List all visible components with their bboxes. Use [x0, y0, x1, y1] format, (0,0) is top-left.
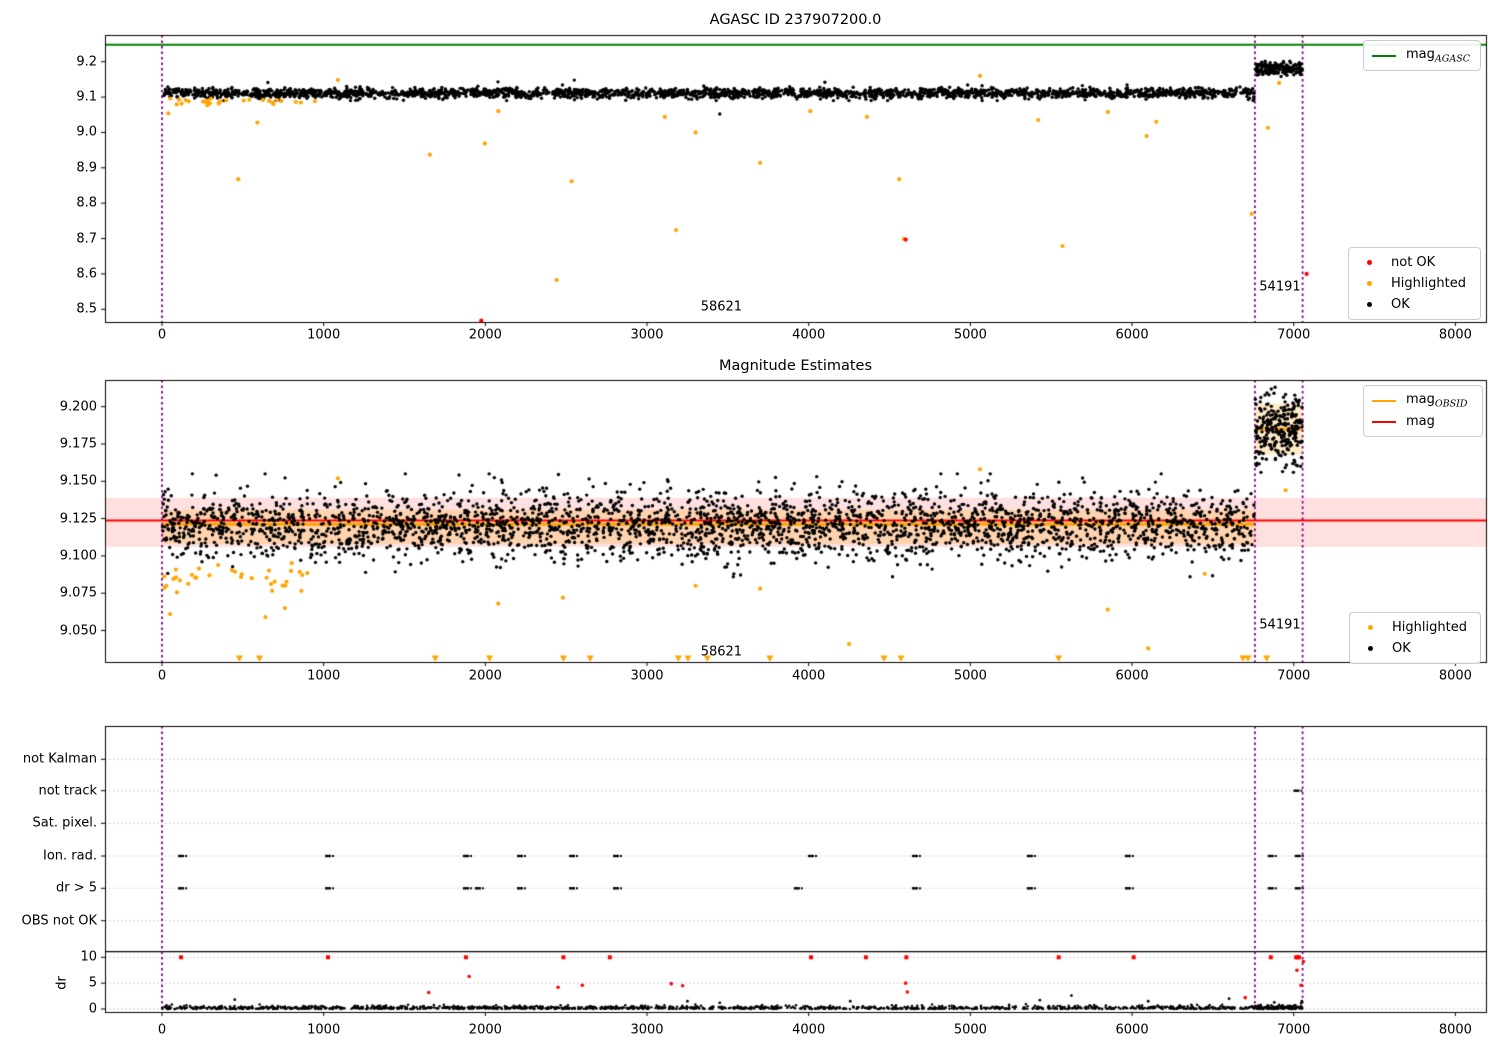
- top-plot-title: AGASC ID 237907200.0: [709, 12, 882, 28]
- legend-row-mag: mag: [1372, 411, 1472, 432]
- obsid-annotation: 54191: [1259, 617, 1301, 633]
- legend-label-ok: OK: [1391, 297, 1410, 312]
- x-tick-label: 6000: [1115, 668, 1149, 684]
- black-dot-sample-icon: [1358, 641, 1382, 656]
- y-tick-label: 9.0: [76, 124, 97, 140]
- legend-row-not-ok: not OK: [1357, 252, 1470, 273]
- x-tick-label: 5000: [953, 668, 987, 684]
- x-tick-label: 4000: [792, 1022, 826, 1038]
- x-tick-label: 1000: [307, 668, 341, 684]
- x-tick-label: 8000: [1438, 1022, 1472, 1038]
- y-tick-label: 9.150: [59, 473, 97, 489]
- flag-row-label: dr > 5: [55, 880, 97, 896]
- middle-plot-title: Magnitude Estimates: [718, 358, 873, 374]
- y-tick-label: 9.1: [76, 89, 97, 105]
- legend-row-highlighted: Highlighted: [1357, 273, 1470, 294]
- legend-row-highlighted-mid: Highlighted: [1358, 617, 1470, 638]
- dr-tick-label: 5: [88, 975, 97, 991]
- legend-status-middle: Highlighted OK: [1349, 612, 1481, 664]
- x-tick-label: 6000: [1115, 327, 1149, 343]
- legend-label-highlighted: Highlighted: [1391, 276, 1466, 291]
- x-tick-label: 3000: [630, 327, 664, 343]
- x-tick-label: 4000: [792, 327, 826, 343]
- legend-row-mag-agasc: magAGASC: [1372, 45, 1470, 66]
- y-tick-label: 8.6: [76, 266, 97, 282]
- red-dot-sample-icon: [1357, 255, 1381, 270]
- legend-label-mag: mag: [1406, 414, 1435, 429]
- x-tick-label: 1000: [307, 1022, 341, 1038]
- x-tick-label: 7000: [1277, 327, 1311, 343]
- x-tick-label: 0: [157, 668, 167, 684]
- legend-mag-obsid: magOBSID mag: [1363, 385, 1483, 437]
- black-dot-sample-icon: [1357, 297, 1381, 312]
- legend-mag-agasc: magAGASC: [1363, 40, 1481, 71]
- y-tick-label: 9.200: [59, 399, 97, 415]
- y-tick-label: 8.8: [76, 195, 97, 211]
- x-tick-label: 2000: [468, 668, 502, 684]
- y-tick-label: 8.5: [76, 301, 97, 317]
- y-tick-label: 9.075: [59, 585, 97, 601]
- legend-row-mag-obsid: magOBSID: [1372, 390, 1472, 411]
- x-tick-label: 8000: [1438, 668, 1472, 684]
- y-tick-label: 8.7: [76, 231, 97, 247]
- red-line-sample-icon: [1372, 414, 1396, 429]
- dr-tick-label: 0: [88, 1001, 97, 1017]
- orange-line-sample-icon: [1372, 393, 1396, 408]
- x-tick-label: 8000: [1438, 327, 1472, 343]
- figure: AGASC ID 237907200.0 Magnitude Estimates…: [0, 0, 1500, 1050]
- y-tick-label: 9.125: [59, 511, 97, 527]
- x-tick-label: 2000: [468, 1022, 502, 1038]
- flag-row-label: Ion. rad.: [43, 848, 97, 864]
- legend-label-mag-agasc: magAGASC: [1406, 46, 1470, 65]
- x-tick-label: 3000: [630, 1022, 664, 1038]
- flag-row-label: not track: [38, 783, 97, 799]
- obsid-annotation: 58621: [700, 644, 743, 660]
- x-tick-label: 2000: [468, 327, 502, 343]
- legend-row-ok-mid: OK: [1358, 638, 1470, 659]
- y-tick-label: 9.050: [59, 623, 97, 638]
- x-tick-label: 6000: [1115, 1022, 1149, 1038]
- obsid-annotation: 58621: [700, 299, 743, 315]
- x-tick-label: 5000: [953, 1022, 987, 1038]
- figure-canvas: [0, 0, 1500, 1050]
- green-line-sample-icon: [1372, 48, 1396, 63]
- legend-label-ok-mid: OK: [1392, 641, 1411, 656]
- x-tick-label: 5000: [953, 327, 987, 343]
- x-tick-label: 0: [157, 1022, 167, 1038]
- legend-label-mag-obsid: magOBSID: [1406, 391, 1468, 410]
- legend-label-not-ok: not OK: [1391, 255, 1436, 270]
- x-tick-label: 0: [157, 327, 167, 343]
- x-tick-label: 1000: [307, 327, 341, 343]
- y-tick-label: 9.2: [76, 54, 97, 70]
- y-tick-label: 9.175: [59, 436, 97, 452]
- y-tick-label: 9.100: [59, 548, 97, 564]
- obsid-annotation: 54191: [1259, 279, 1301, 295]
- x-tick-label: 7000: [1277, 1022, 1311, 1038]
- orange-dot-sample-icon: [1358, 620, 1382, 635]
- flag-row-label: Sat. pixel.: [32, 815, 97, 831]
- orange-dot-sample-icon: [1357, 276, 1381, 291]
- x-tick-label: 4000: [792, 668, 826, 684]
- x-tick-label: 7000: [1277, 668, 1311, 684]
- legend-status-top: not OK Highlighted OK: [1348, 247, 1481, 320]
- flag-row-label: OBS not OK: [21, 913, 98, 929]
- dr-tick-label: 10: [80, 949, 97, 965]
- flag-row-label: not Kalman: [22, 751, 97, 767]
- dr-axis-label: dr: [54, 976, 70, 990]
- x-tick-label: 3000: [630, 668, 664, 684]
- y-tick-label: 8.9: [76, 160, 97, 176]
- legend-row-ok: OK: [1357, 294, 1470, 315]
- legend-label-highlighted-mid: Highlighted: [1392, 620, 1467, 635]
